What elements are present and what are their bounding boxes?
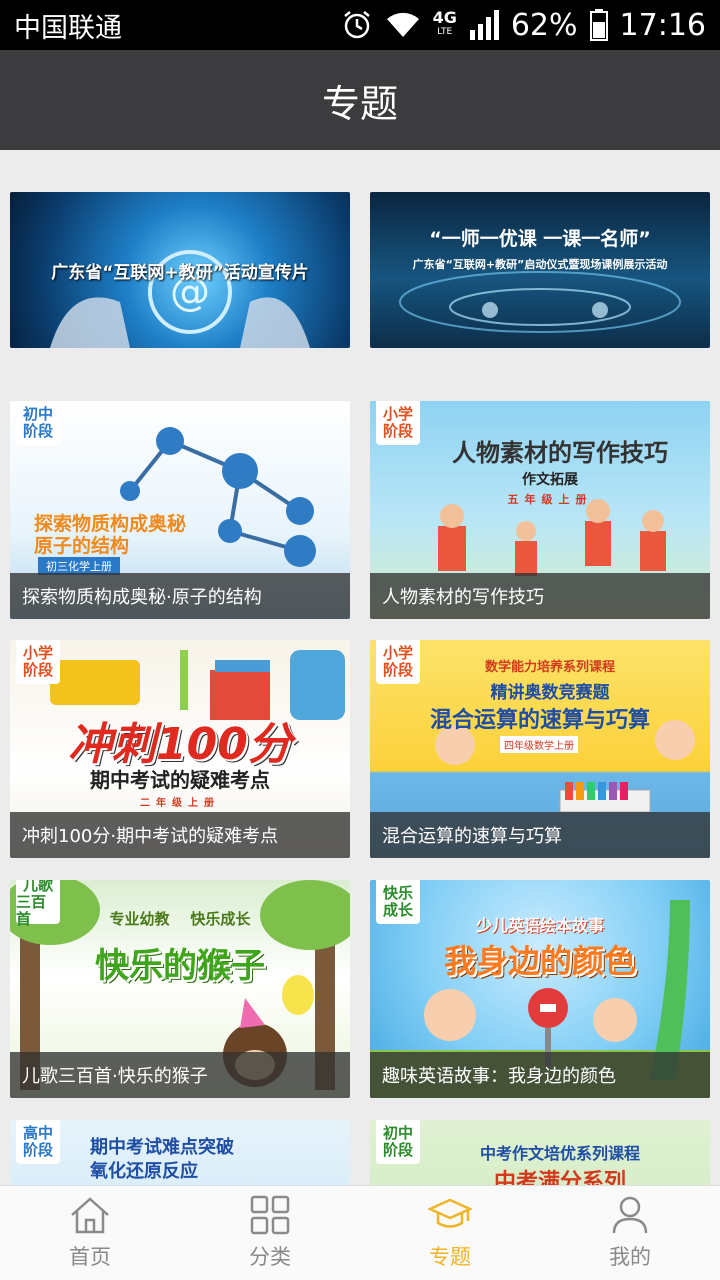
thumbnail-subline: 作文拓展 <box>522 472 578 488</box>
banner-subtitle: 广东省“互联网+教研”启动仪式暨现场课例展示活动 <box>412 258 668 271</box>
user-icon <box>612 1196 648 1234</box>
nav-label: 我的 <box>609 1245 651 1269</box>
banner-title: “一师一优课 一课一名师” <box>429 228 651 250</box>
nav-label: 分类 <box>249 1245 291 1269</box>
graduation-cap-icon <box>428 1198 472 1228</box>
topic-card[interactable]: 快乐 成长 少儿英语绘本故事 我身边的颜色 趣味英语故事：我身边的颜色 <box>370 880 710 1098</box>
topic-card[interactable]: 小学 阶段 数学能力培养系列课程 精讲奥数竞赛题 混合运算的速算与巧算 四年级数学… <box>370 640 710 858</box>
battery-percent: 62% <box>510 7 578 43</box>
topic-card[interactable]: 高中 阶段 期中考试难点突破 氧化还原反应 <box>10 1120 350 1185</box>
grid-icon <box>250 1195 290 1235</box>
status-bar: 中国联通 4G LTE 62% 17:16 <box>0 0 720 50</box>
status-icons: 4G LTE 62% 17:16 <box>341 8 706 43</box>
stage-tag: 初中 阶段 <box>16 401 60 445</box>
nav-category[interactable]: 分类 <box>180 1186 360 1280</box>
topic-card[interactable]: 初中 阶段 探索物质构成奥秘 原子的结构 初三化学上册 探索物质构成奥秘·原子的结构 <box>10 401 350 619</box>
title-bar: 专题 <box>0 50 720 150</box>
thumbnail-headline: 混合运算的速算与巧算 <box>429 708 650 733</box>
topic-card[interactable]: 初中 阶段 中考作文培优系列课程 中考满分系列 <box>370 1120 710 1185</box>
nav-topics[interactable]: 专题 <box>360 1186 540 1280</box>
thumbnail-headline: 我身边的颜色 <box>443 942 636 980</box>
home-icon <box>71 1197 109 1234</box>
clock: 17:16 <box>619 7 706 43</box>
thumbnail-headline: 中考作文培优系列课程 <box>479 1144 640 1163</box>
nav-label: 专题 <box>429 1245 471 1269</box>
thumbnail-headline: 期中考试难点突破 氧化还原反应 <box>90 1137 234 1182</box>
topic-caption: 冲刺100分·期中考试的疑难考点 <box>10 812 350 858</box>
nav-mine[interactable]: 我的 <box>540 1186 720 1280</box>
thumbnail-headline: 快乐的猴子 <box>95 946 265 986</box>
topic-card[interactable]: 儿歌 三百首 专业幼教 快乐成长 快乐的猴子 儿歌三百首·快乐的猴子 <box>10 880 350 1098</box>
carrier-name: 中国联通 <box>14 12 122 44</box>
topic-card[interactable]: 小学 阶段 人物素材的写作技巧 作文拓展 五年级上册 人物素材的写作技巧 <box>370 401 710 619</box>
nav-label: 首页 <box>69 1245 111 1269</box>
battery-icon <box>589 9 608 41</box>
alarm-icon <box>341 9 373 41</box>
topic-caption: 混合运算的速算与巧算 <box>370 812 710 858</box>
stage-tag: 高中 阶段 <box>16 1120 60 1164</box>
topic-grid[interactable]: @ 广东省“互联网+教研”活动宣传片 “一师一优课 一课一名师” 广东省“互联网… <box>0 150 720 1185</box>
topic-card[interactable]: 小学 阶段 冲刺100分 期中考试的疑难考点 二年级上册 冲刺100分·期中考试的… <box>10 640 350 858</box>
topic-caption: 儿歌三百首·快乐的猴子 <box>10 1052 350 1098</box>
wifi-icon <box>385 11 421 39</box>
thumbnail-subline: 期中考试的疑难考点 <box>90 768 270 792</box>
grade-label: 二年级上册 <box>140 798 220 809</box>
thumbnail-headline: 冲刺100分 <box>68 719 292 770</box>
thumbnail-headline: 中考满分系列 <box>493 1170 626 1185</box>
signal-icon <box>469 10 499 40</box>
series-label: 数学能力培养系列课程 <box>484 660 615 675</box>
grade-label: 五年级上册 <box>507 493 593 506</box>
grade-label: 四年级数学上册 <box>500 736 578 753</box>
thumbnail-headline: 人物素材的写作技巧 <box>452 439 668 467</box>
stage-tag: 小学 阶段 <box>16 640 60 684</box>
topic-card[interactable]: @ 广东省“互联网+教研”活动宣传片 <box>10 192 350 348</box>
topic-caption: 趣味英语故事：我身边的颜色 <box>370 1052 710 1098</box>
nav-home[interactable]: 首页 <box>0 1186 180 1280</box>
page-title: 专题 <box>321 81 398 126</box>
topic-caption: 探索物质构成奥秘·原子的结构 <box>10 573 350 619</box>
network-type: 4G LTE <box>432 8 457 38</box>
series-label: 少儿英语绘本故事 <box>475 916 604 935</box>
thumbnail-headline: 精讲奥数竞赛题 <box>490 683 610 703</box>
topic-card[interactable]: “一师一优课 一课一名师” 广东省“互联网+教研”启动仪式暨现场课例展示活动 <box>370 192 710 348</box>
topic-caption: 人物素材的写作技巧 <box>370 573 710 619</box>
bottom-nav: 首页 分类 专题 我的 <box>0 1185 720 1280</box>
thumbnail-headline: 探索物质构成奥秘 原子的结构 <box>34 513 187 557</box>
banner-title: 广东省“互联网+教研”活动宣传片 <box>51 263 309 283</box>
series-label: 专业幼教 快乐成长 <box>109 910 251 928</box>
